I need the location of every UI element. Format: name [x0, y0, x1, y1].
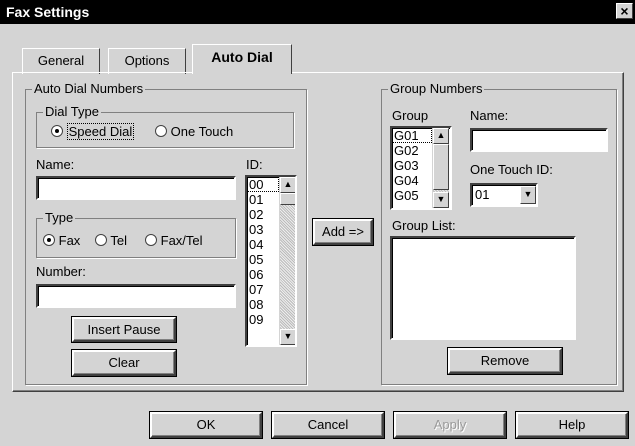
- chevron-down-icon[interactable]: ▼: [520, 186, 536, 204]
- tab-options[interactable]: Options: [108, 48, 186, 74]
- group-numbers-group: Group Numbers Group G01 G02 G03 G04 G05 ▲ ▼ …: [381, 81, 617, 385]
- clear-button[interactable]: Clear: [72, 350, 176, 376]
- list-item[interactable]: G03: [392, 158, 432, 173]
- title-bar: Fax Settings: [0, 0, 635, 24]
- one-touch-radio[interactable]: One Touch: [155, 124, 233, 139]
- add-button[interactable]: Add =>: [313, 219, 373, 245]
- list-item[interactable]: G02: [392, 143, 432, 158]
- list-item[interactable]: G05: [392, 188, 432, 203]
- speed-dial-radio[interactable]: Speed Dial: [51, 123, 135, 140]
- list-item[interactable]: 01: [247, 192, 279, 207]
- radio-empty-icon: [95, 234, 107, 246]
- auto-dial-numbers-label: Auto Dial Numbers: [32, 81, 146, 97]
- name-label: Name:: [36, 157, 75, 172]
- dial-type-label: Dial Type: [43, 104, 101, 120]
- list-item[interactable]: 02: [247, 207, 279, 222]
- apply-button[interactable]: Apply: [394, 412, 506, 438]
- tab-auto-dial-label: Auto Dial: [211, 49, 273, 65]
- dial-type-group: Dial Type Speed Dial One Touch: [36, 104, 294, 148]
- scroll-thumb[interactable]: [433, 144, 449, 190]
- insert-pause-button[interactable]: Insert Pause: [72, 317, 176, 342]
- number-input[interactable]: [36, 284, 236, 308]
- window-title: Fax Settings: [6, 4, 90, 20]
- id-label: ID:: [246, 157, 263, 172]
- number-label: Number:: [36, 264, 86, 279]
- tab-general[interactable]: General: [22, 48, 100, 74]
- list-item[interactable]: 08: [247, 297, 279, 312]
- auto-dial-numbers-group: Auto Dial Numbers Dial Type Speed Dial O…: [25, 81, 307, 385]
- type-label: Type: [43, 210, 76, 226]
- group-list-box[interactable]: [390, 236, 576, 340]
- list-item[interactable]: 06: [247, 267, 279, 282]
- list-item[interactable]: 00: [247, 177, 279, 192]
- help-button[interactable]: Help: [516, 412, 628, 438]
- radio-selected-icon: [51, 125, 63, 137]
- radio-empty-icon: [155, 125, 167, 137]
- scroll-up-icon[interactable]: ▲: [433, 128, 449, 144]
- fax-label: Fax: [58, 233, 81, 248]
- one-touch-id-label: One Touch ID:: [470, 162, 553, 177]
- group-listbox[interactable]: G01 G02 G03 G04 G05 ▲ ▼: [390, 126, 452, 210]
- scroll-thumb[interactable]: [280, 193, 295, 205]
- list-item[interactable]: 04: [247, 237, 279, 252]
- ok-button[interactable]: OK: [150, 412, 262, 438]
- radio-selected-icon: [43, 234, 55, 246]
- scroll-up-icon[interactable]: ▲: [280, 177, 295, 193]
- list-item[interactable]: G01: [392, 128, 432, 143]
- tab-general-label: General: [37, 53, 85, 68]
- list-item[interactable]: 07: [247, 282, 279, 297]
- tel-radio[interactable]: Tel: [95, 233, 127, 248]
- list-item[interactable]: 03: [247, 222, 279, 237]
- scroll-down-icon[interactable]: ▼: [433, 192, 449, 208]
- one-touch-id-select[interactable]: 01 ▼: [470, 183, 538, 207]
- list-item[interactable]: 05: [247, 252, 279, 267]
- id-scrollbar[interactable]: ▲ ▼: [279, 177, 295, 345]
- scroll-down-icon[interactable]: ▼: [280, 329, 295, 345]
- tab-options-label: Options: [124, 53, 170, 68]
- group-name-label: Name:: [470, 108, 509, 123]
- one-touch-id-value: 01: [475, 187, 490, 202]
- group-list-label: Group List:: [392, 218, 456, 233]
- tab-auto-dial[interactable]: Auto Dial: [192, 44, 292, 74]
- id-listbox[interactable]: 00 01 02 03 04 05 06 07 08 09 ▲ ▼: [245, 175, 297, 347]
- group-name-input[interactable]: [470, 128, 608, 152]
- close-icon[interactable]: ×: [616, 3, 633, 19]
- speed-dial-label: Speed Dial: [66, 123, 135, 140]
- radio-empty-icon: [145, 234, 157, 246]
- cancel-button[interactable]: Cancel: [272, 412, 384, 438]
- name-input[interactable]: [36, 176, 236, 200]
- group-numbers-label: Group Numbers: [388, 81, 485, 97]
- tel-label: Tel: [110, 233, 128, 248]
- fax-tel-label: Fax/Tel: [160, 233, 203, 248]
- list-item[interactable]: 09: [247, 312, 279, 327]
- one-touch-label: One Touch: [170, 124, 234, 139]
- remove-button[interactable]: Remove: [448, 348, 562, 374]
- list-item[interactable]: G04: [392, 173, 432, 188]
- group-scrollbar[interactable]: ▲ ▼: [432, 128, 449, 208]
- fax-tel-radio[interactable]: Fax/Tel: [145, 233, 203, 248]
- type-group: Type Fax Tel Fax/Tel: [36, 210, 236, 258]
- fax-radio[interactable]: Fax: [43, 233, 80, 248]
- group-col-label: Group: [392, 108, 429, 123]
- tab-panel: Auto Dial Numbers Dial Type Speed Dial O…: [12, 72, 624, 392]
